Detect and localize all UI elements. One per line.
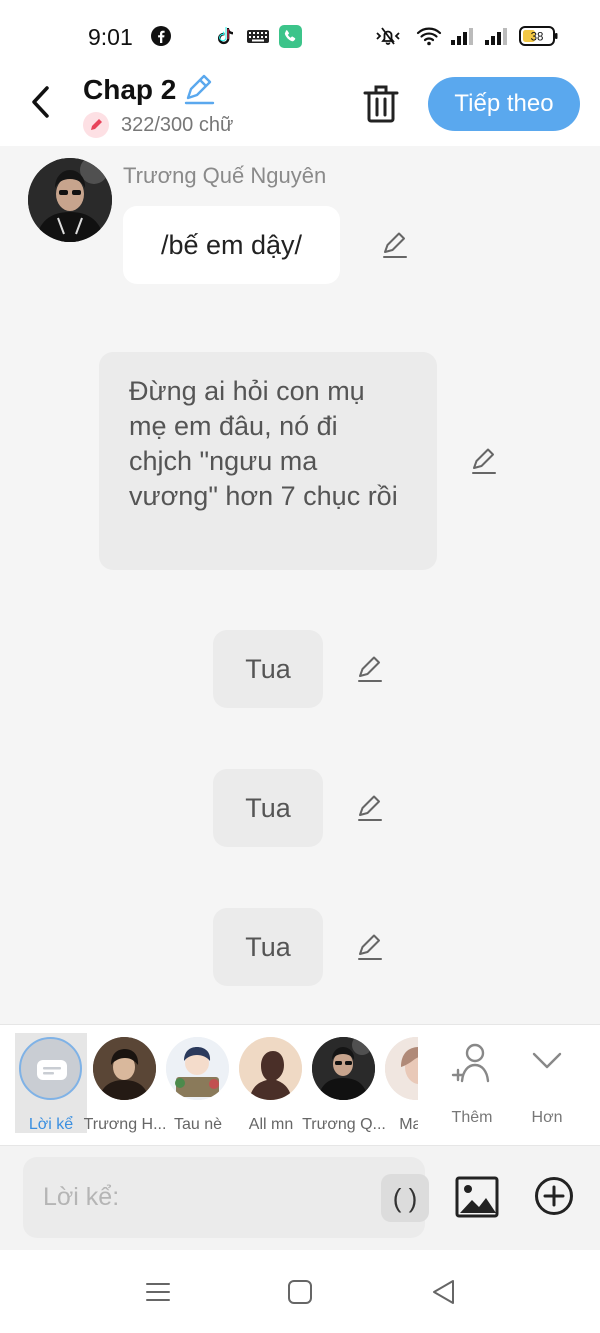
character-label: Lời kể (28, 1116, 74, 1133)
avatar (239, 1037, 302, 1100)
message-bubble[interactable]: Tua (213, 769, 323, 847)
battery-icon: 38 (519, 26, 558, 46)
more-label: Hơn (531, 1109, 563, 1126)
chapter-title: Chap 2 (83, 74, 177, 105)
add-person-icon (451, 1043, 490, 1083)
mute-icon (376, 27, 400, 45)
character-strip: Lời kể Trương H... Tau nè All mn Trương … (0, 1024, 600, 1146)
avatar (93, 1037, 156, 1100)
status-bar: 9:01 38 (0, 0, 600, 72)
character-label: Tau nè (173, 1116, 223, 1133)
word-count-row: 322/300 chữ (83, 110, 233, 140)
character-list[interactable]: Lời kể Trương H... Tau nè All mn Trương … (0, 1025, 418, 1145)
edit-title-icon[interactable] (182, 72, 216, 106)
battery-level: 38 (531, 32, 544, 44)
speaker-name: Trương Quế Nguyên (123, 163, 327, 188)
signal-icon (451, 28, 473, 45)
speaker-avatar[interactable] (28, 158, 112, 242)
edit-message-icon[interactable] (355, 793, 385, 823)
back-triangle-icon[interactable] (430, 1278, 458, 1306)
chevron-down-icon (532, 1052, 562, 1069)
character-label: Mam (399, 1116, 418, 1133)
message-bubble[interactable]: Đừng ai hỏi con mụ mẹ em đâu, nó đi chjc… (99, 352, 437, 570)
character-label: All mn (248, 1116, 294, 1133)
keyboard-icon (247, 30, 269, 43)
compose-bar: ( ) (0, 1146, 600, 1250)
status-time: 9:01 (88, 24, 133, 50)
menu-icon[interactable] (144, 1278, 172, 1306)
add-icon[interactable] (534, 1176, 574, 1216)
next-button[interactable]: Tiếp theo (428, 77, 580, 131)
tiktok-icon (218, 27, 233, 45)
character-item[interactable]: Trương Q... (302, 1033, 386, 1133)
parentheses-button[interactable]: ( ) (381, 1174, 429, 1222)
wifi-icon (416, 27, 442, 46)
more-button[interactable]: Hơn (515, 1041, 579, 1141)
character-item[interactable]: Tau nè (162, 1033, 234, 1133)
word-count: 322/300 chữ (121, 113, 234, 136)
character-item[interactable]: All mn (235, 1033, 307, 1133)
signal-icon (485, 28, 507, 45)
pencil-icon (83, 112, 109, 138)
back-button[interactable] (22, 80, 62, 124)
character-narrator[interactable]: Lời kể (15, 1033, 87, 1133)
avatar (385, 1037, 418, 1100)
avatar (312, 1037, 375, 1100)
image-icon[interactable] (455, 1175, 499, 1219)
character-label: Trương H... (83, 1116, 167, 1133)
facebook-icon (151, 26, 171, 46)
message-input[interactable] (43, 1177, 353, 1217)
character-label: Trương Q... (302, 1116, 386, 1133)
message-bubble[interactable]: Tua (213, 908, 323, 986)
add-character-label: Thêm (451, 1109, 493, 1126)
top-bar: Chap 2 322/300 chữ Tiếp theo (0, 72, 600, 146)
add-character-button[interactable]: Thêm (440, 1041, 504, 1141)
edit-message-icon[interactable] (380, 230, 410, 260)
system-nav-bar (0, 1250, 600, 1333)
avatar (166, 1037, 229, 1100)
edit-message-icon[interactable] (355, 932, 385, 962)
edit-message-icon[interactable] (355, 654, 385, 684)
message-bubble[interactable]: /bế em dậy/ (123, 206, 340, 284)
chat-area: Trương Quế Nguyên /bế em dậy/ Đừng ai hỏ… (0, 146, 600, 1024)
edit-message-icon[interactable] (469, 446, 499, 476)
character-item[interactable]: Trương H... (84, 1033, 166, 1133)
home-square-icon[interactable] (286, 1278, 314, 1306)
message-input-box: ( ) (23, 1157, 429, 1238)
trash-icon[interactable] (362, 82, 400, 124)
narrator-avatar (19, 1037, 82, 1100)
phone-icon (279, 25, 302, 48)
character-item[interactable]: Mam (381, 1033, 418, 1133)
message-bubble[interactable]: Tua (213, 630, 323, 708)
